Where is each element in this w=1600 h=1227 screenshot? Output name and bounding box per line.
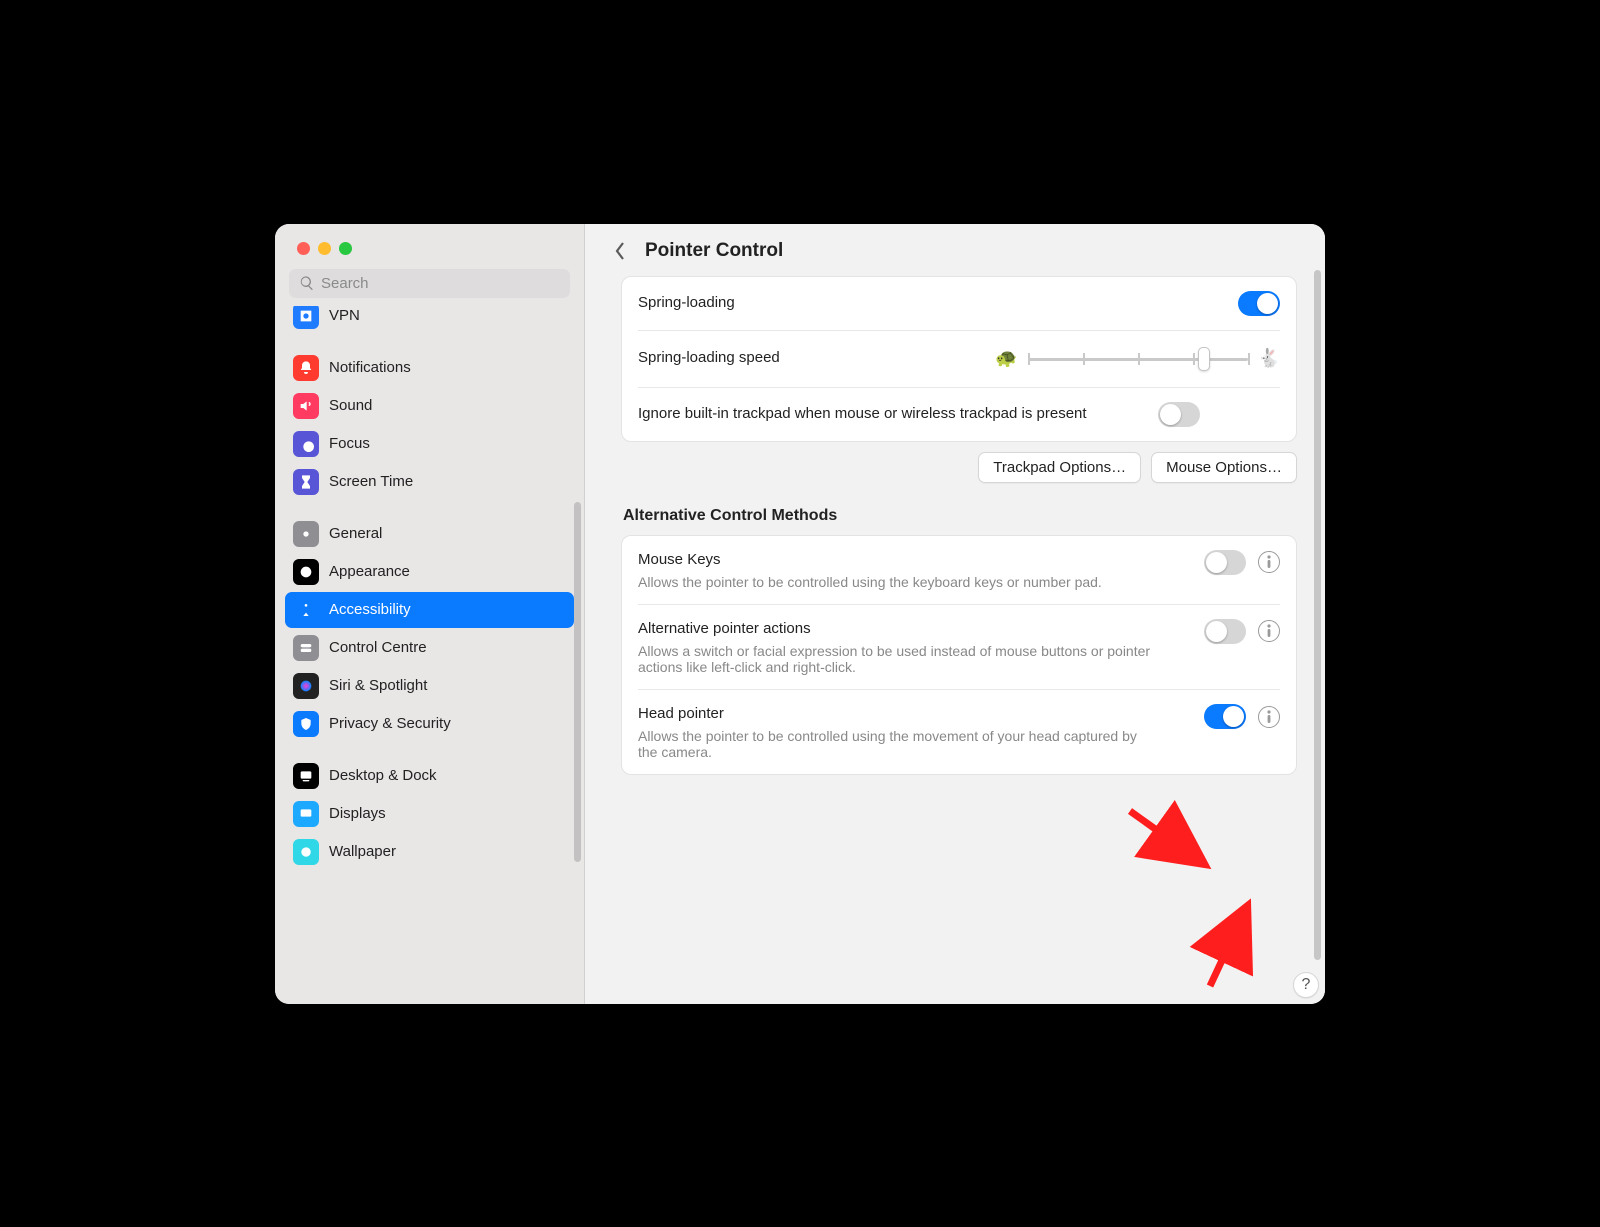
sidebar-item-label: Wallpaper: [329, 843, 396, 860]
header: Pointer Control: [585, 224, 1325, 276]
vpn-icon: [293, 306, 319, 329]
spring-loading-toggle[interactable]: [1238, 291, 1280, 316]
sidebar-item-label: Sound: [329, 397, 372, 414]
sidebar-item-desktop-dock[interactable]: Desktop & Dock: [285, 758, 574, 794]
sidebar-item-vpn[interactable]: VPN: [285, 306, 574, 334]
accessibility-icon: [293, 597, 319, 623]
spring-loading-label: Spring-loading: [638, 293, 1238, 313]
sidebar-item-wallpaper[interactable]: Wallpaper: [285, 834, 574, 870]
mouse-keys-row: Mouse Keys Allows the pointer to be cont…: [638, 536, 1280, 605]
wallpaper-icon: [293, 839, 319, 865]
minimize-icon[interactable]: [318, 242, 331, 255]
options-buttons: Trackpad Options… Mouse Options…: [621, 452, 1297, 483]
sidebar: VPN Notifications Sound Focus Screen Time Gen…: [275, 224, 585, 1004]
sidebar-item-screen-time[interactable]: Screen Time: [285, 464, 574, 500]
ignore-trackpad-label: Ignore built-in trackpad when mouse or w…: [638, 404, 1158, 424]
alt-methods-heading: Alternative Control Methods: [623, 507, 1297, 525]
back-button[interactable]: [609, 240, 631, 262]
sidebar-item-control-centre[interactable]: Control Centre: [285, 630, 574, 666]
sidebar-item-privacy-security[interactable]: Privacy & Security: [285, 706, 574, 742]
mouse-options-button[interactable]: Mouse Options…: [1151, 452, 1297, 483]
sidebar-item-label: Appearance: [329, 563, 410, 580]
chevron-left-icon: [613, 241, 627, 261]
alt-pointer-info-button[interactable]: [1258, 620, 1280, 642]
sidebar-item-label: Privacy & Security: [329, 715, 451, 732]
head-pointer-info-button[interactable]: [1258, 706, 1280, 728]
turtle-icon: 🐢: [995, 348, 1017, 369]
info-icon: [1264, 624, 1274, 638]
sidebar-item-label: Desktop & Dock: [329, 767, 437, 784]
privacy-security-icon: [293, 711, 319, 737]
info-icon: [1264, 710, 1274, 724]
sidebar-item-displays[interactable]: Displays: [285, 796, 574, 832]
sidebar-item-label: VPN: [329, 307, 360, 324]
control-centre-icon: [293, 635, 319, 661]
sidebar-scrollbar[interactable]: [574, 502, 581, 862]
info-icon: [1264, 555, 1274, 569]
sidebar-nav: VPN Notifications Sound Focus Screen Time Gen…: [275, 306, 584, 1004]
close-icon[interactable]: [297, 242, 310, 255]
head-pointer-row: Head pointer Allows the pointer to be co…: [638, 690, 1280, 774]
sidebar-item-general[interactable]: General: [285, 516, 574, 552]
appearance-icon: [293, 559, 319, 585]
notifications-icon: [293, 355, 319, 381]
alt-pointer-toggle[interactable]: [1204, 619, 1246, 644]
focus-icon: [293, 431, 319, 457]
spring-loading-row: Spring-loading: [638, 277, 1280, 331]
alt-pointer-label: Alternative pointer actions: [638, 619, 1204, 639]
settings-window: VPN Notifications Sound Focus Screen Time Gen…: [275, 224, 1325, 1004]
sidebar-item-label: Notifications: [329, 359, 411, 376]
page-title: Pointer Control: [645, 240, 783, 262]
head-pointer-desc: Allows the pointer to be controlled usin…: [638, 728, 1158, 760]
sidebar-item-label: Siri & Spotlight: [329, 677, 427, 694]
pointer-settings-card: Spring-loading Spring-loading speed 🐢: [621, 276, 1297, 442]
annotation-arrow: [1195, 896, 1265, 1001]
sidebar-item-label: General: [329, 525, 382, 542]
sidebar-item-focus[interactable]: Focus: [285, 426, 574, 462]
sidebar-item-siri-spotlight[interactable]: Siri & Spotlight: [285, 668, 574, 704]
sound-icon: [293, 393, 319, 419]
help-button[interactable]: ?: [1293, 972, 1319, 998]
mouse-keys-label: Mouse Keys: [638, 550, 1204, 570]
sidebar-item-sound[interactable]: Sound: [285, 388, 574, 424]
search-input[interactable]: [321, 275, 560, 292]
main-panel: Pointer Control Spring-loading Spring-lo…: [585, 224, 1325, 1004]
search-icon: [299, 275, 315, 291]
alt-pointer-row: Alternative pointer actions Allows a swi…: [638, 605, 1280, 690]
search-field[interactable]: [289, 269, 570, 298]
general-icon: [293, 521, 319, 547]
siri-spotlight-icon: [293, 673, 319, 699]
spring-speed-label: Spring-loading speed: [638, 348, 995, 368]
alt-pointer-desc: Allows a switch or facial expression to …: [638, 643, 1158, 675]
spring-speed-row: Spring-loading speed 🐢 🐇: [638, 331, 1280, 388]
sidebar-item-notifications[interactable]: Notifications: [285, 350, 574, 386]
sidebar-item-accessibility[interactable]: Accessibility: [285, 592, 574, 628]
sidebar-item-label: Accessibility: [329, 601, 411, 618]
mouse-keys-toggle[interactable]: [1204, 550, 1246, 575]
sidebar-item-label: Screen Time: [329, 473, 413, 490]
ignore-trackpad-row: Ignore built-in trackpad when mouse or w…: [638, 388, 1280, 441]
mouse-keys-info-button[interactable]: [1258, 551, 1280, 573]
content-area: Spring-loading Spring-loading speed 🐢: [585, 276, 1325, 1004]
spring-speed-slider[interactable]: [1028, 345, 1248, 373]
sidebar-item-label: Control Centre: [329, 639, 427, 656]
desktop-dock-icon: [293, 763, 319, 789]
sidebar-item-appearance[interactable]: Appearance: [285, 554, 574, 590]
ignore-trackpad-toggle[interactable]: [1158, 402, 1200, 427]
sidebar-item-label: Displays: [329, 805, 386, 822]
displays-icon: [293, 801, 319, 827]
head-pointer-label: Head pointer: [638, 704, 1204, 724]
alt-methods-card: Mouse Keys Allows the pointer to be cont…: [621, 535, 1297, 776]
window-controls: [275, 224, 584, 269]
head-pointer-toggle[interactable]: [1204, 704, 1246, 729]
annotation-arrow: [1125, 806, 1225, 881]
trackpad-options-button[interactable]: Trackpad Options…: [978, 452, 1141, 483]
fullscreen-icon[interactable]: [339, 242, 352, 255]
main-scrollbar[interactable]: [1314, 270, 1321, 960]
mouse-keys-desc: Allows the pointer to be controlled usin…: [638, 574, 1158, 590]
rabbit-icon: 🐇: [1258, 348, 1280, 369]
sidebar-item-label: Focus: [329, 435, 370, 452]
screen-time-icon: [293, 469, 319, 495]
